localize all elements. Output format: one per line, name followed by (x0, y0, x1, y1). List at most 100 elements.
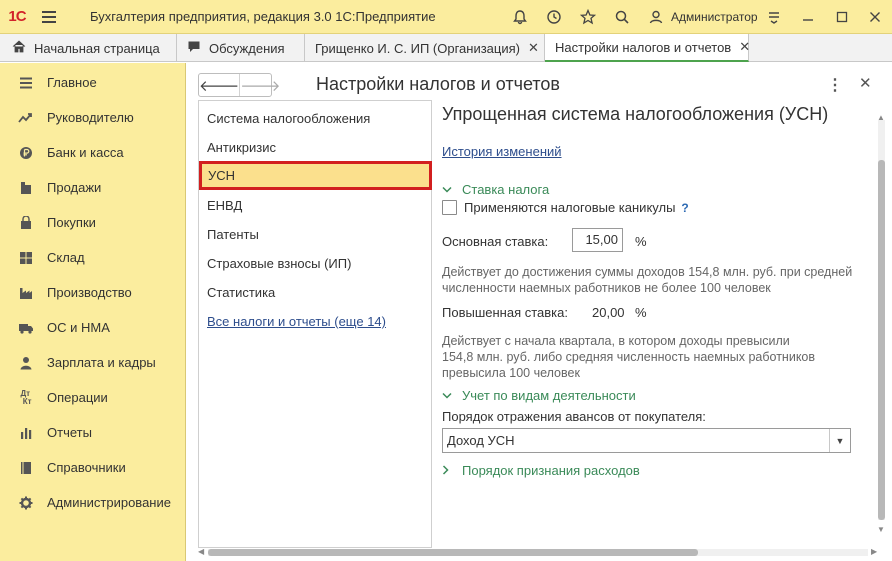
list-item-statistics[interactable]: Статистика (207, 285, 275, 300)
close-window-icon[interactable] (858, 0, 892, 34)
sidebar-item-label: Склад (47, 250, 85, 265)
tab-home[interactable]: Начальная страница (0, 34, 177, 62)
tab-organization[interactable]: Грищенко И. С. ИП (Организация) ✕ (305, 34, 545, 62)
sidebar-item-main[interactable]: Главное (0, 65, 185, 100)
high-rate-label: Повышенная ставка: (442, 305, 568, 320)
sidebar-item-sales[interactable]: Продажи (0, 170, 185, 205)
forward-arrow-icon[interactable]: 🡒 (239, 74, 280, 96)
sidebar-item-label: Операции (47, 390, 108, 405)
minimize-icon[interactable] (791, 0, 825, 34)
sidebar-item-administration[interactable]: Администрирование (0, 485, 185, 520)
more-vertical-icon[interactable]: ⋮ (827, 75, 843, 95)
sidebar-item-fixed-assets[interactable]: ОС и НМА (0, 310, 185, 345)
vertical-scroll-thumb[interactable] (878, 160, 885, 520)
vertical-scrollbar[interactable] (878, 120, 885, 520)
list-item-insurance[interactable]: Страховые взносы (ИП) (207, 256, 351, 271)
scroll-down-icon[interactable]: ▼ (877, 525, 885, 534)
truck-icon (18, 320, 34, 336)
sidebar-item-purchases[interactable]: Покупки (0, 205, 185, 240)
sidebar-item-label: ОС и НМА (47, 320, 110, 335)
list-item-usn-selected[interactable]: УСН (199, 161, 432, 190)
cart-icon (18, 180, 34, 196)
sidebar-item-production[interactable]: Производство (0, 275, 185, 310)
note-line: Действует до достижения суммы доходов 15… (442, 265, 853, 279)
high-rate-value: 20,00 (592, 305, 625, 320)
sidebar-item-label: Зарплата и кадры (47, 355, 156, 370)
group-expenses[interactable]: Порядок признания расходов (442, 463, 640, 478)
base-rate-input[interactable]: 15,00 (572, 228, 623, 252)
1c-logo: 1С (8, 8, 26, 25)
tab-label: Обсуждения (209, 40, 285, 56)
form-title: Настройки налогов и отчетов (316, 74, 560, 94)
basket-icon (18, 215, 34, 231)
base-rate-note: Действует до достижения суммы доходов 15… (442, 264, 852, 296)
tab-tax-settings[interactable]: Настройки налогов и отчетов ✕ (545, 34, 750, 62)
chevron-down-icon (442, 389, 456, 403)
help-icon[interactable]: ? (681, 201, 688, 215)
tab-label: Начальная страница (34, 40, 160, 56)
tab-label: Настройки налогов и отчетов (555, 39, 732, 55)
high-rate-note: Действует с начала квартала, в котором д… (442, 333, 815, 381)
scroll-right-icon[interactable]: ▶ (871, 547, 877, 556)
sidebar-item-catalogs[interactable]: Справочники (0, 450, 185, 485)
list-item-label: УСН (208, 168, 236, 183)
close-tab-icon[interactable]: ✕ (739, 39, 750, 55)
sidebar-item-label: Покупки (47, 215, 96, 230)
tax-holidays-checkbox[interactable] (442, 200, 457, 215)
sidebar-item-manager[interactable]: Руководителю (0, 100, 185, 135)
search-icon[interactable] (605, 0, 639, 34)
factory-icon (18, 285, 34, 301)
list-item-patents[interactable]: Патенты (207, 227, 259, 242)
sidebar-item-label: Справочники (47, 460, 126, 475)
sidebar-item-bank[interactable]: Банк и касса (0, 135, 185, 170)
tab-discussions[interactable]: Обсуждения (177, 34, 305, 62)
all-taxes-link[interactable]: Все налоги и отчеты (еще 14) (207, 314, 386, 329)
group-label: Учет по видам деятельности (462, 388, 636, 403)
title-bar: 1С Бухгалтерия предприятия, редакция 3.0… (0, 0, 892, 34)
settings-menu-icon[interactable] (757, 0, 791, 34)
tax-holidays-label: Применяются налоговые каникулы (464, 200, 676, 215)
advances-select-value: Доход УСН (447, 433, 515, 448)
note-line: превысила 100 человек (442, 366, 580, 380)
horizontal-scroll-thumb[interactable] (208, 549, 698, 556)
horizontal-scrollbar[interactable] (208, 549, 868, 556)
main-menu-icon[interactable] (34, 10, 64, 23)
sidebar-item-reports[interactable]: Отчеты (0, 415, 185, 450)
navigation-buttons: 🡐 🡒 (198, 73, 280, 97)
back-arrow-icon[interactable]: 🡐 (199, 74, 239, 96)
advances-select[interactable]: Доход УСН ▼ (442, 428, 851, 453)
coin-icon (18, 145, 34, 161)
base-rate-label: Основная ставка: (442, 234, 549, 249)
gear-icon (18, 495, 34, 511)
sidebar-item-label: Банк и касса (47, 145, 124, 160)
maximize-icon[interactable] (825, 0, 859, 34)
sidebar-item-salary[interactable]: Зарплата и кадры (0, 345, 185, 380)
list-item-envd[interactable]: ЕНВД (207, 198, 242, 213)
group-activity-accounting[interactable]: Учет по видам деятельности (442, 388, 636, 403)
group-tax-rate[interactable]: Ставка налога (442, 182, 549, 197)
sidebar-item-operations[interactable]: Дт Кт Операции (0, 380, 185, 415)
history-icon[interactable] (537, 0, 571, 34)
scroll-left-icon[interactable]: ◀ (198, 547, 204, 556)
user-icon[interactable] (639, 0, 673, 34)
menu-icon (18, 75, 34, 91)
star-icon[interactable] (571, 0, 605, 34)
warehouse-icon (18, 250, 34, 266)
sidebar-item-label: Производство (47, 285, 132, 300)
tab-bar: Начальная страница Обсуждения Грищенко И… (0, 34, 892, 62)
list-item-tax-system[interactable]: Система налогообложения (207, 111, 370, 126)
tax-holidays-row: Применяются налоговые каникулы ? (442, 200, 689, 215)
tab-label: Грищенко И. С. ИП (Организация) (315, 40, 520, 56)
note-line: численности наемных работников не более … (442, 281, 771, 295)
bell-icon[interactable] (503, 0, 537, 34)
user-name[interactable]: Администратор (671, 10, 758, 24)
percent-sign: % (635, 234, 647, 249)
dropdown-arrow-icon[interactable]: ▼ (829, 429, 850, 452)
close-tab-icon[interactable]: ✕ (528, 40, 539, 56)
history-link[interactable]: История изменений (442, 144, 562, 159)
close-form-icon[interactable]: ✕ (859, 74, 872, 92)
book-icon (18, 460, 34, 476)
trend-icon (18, 110, 34, 126)
sidebar-item-warehouse[interactable]: Склад (0, 240, 185, 275)
list-item-anticrisis[interactable]: Антикризис (207, 140, 276, 155)
